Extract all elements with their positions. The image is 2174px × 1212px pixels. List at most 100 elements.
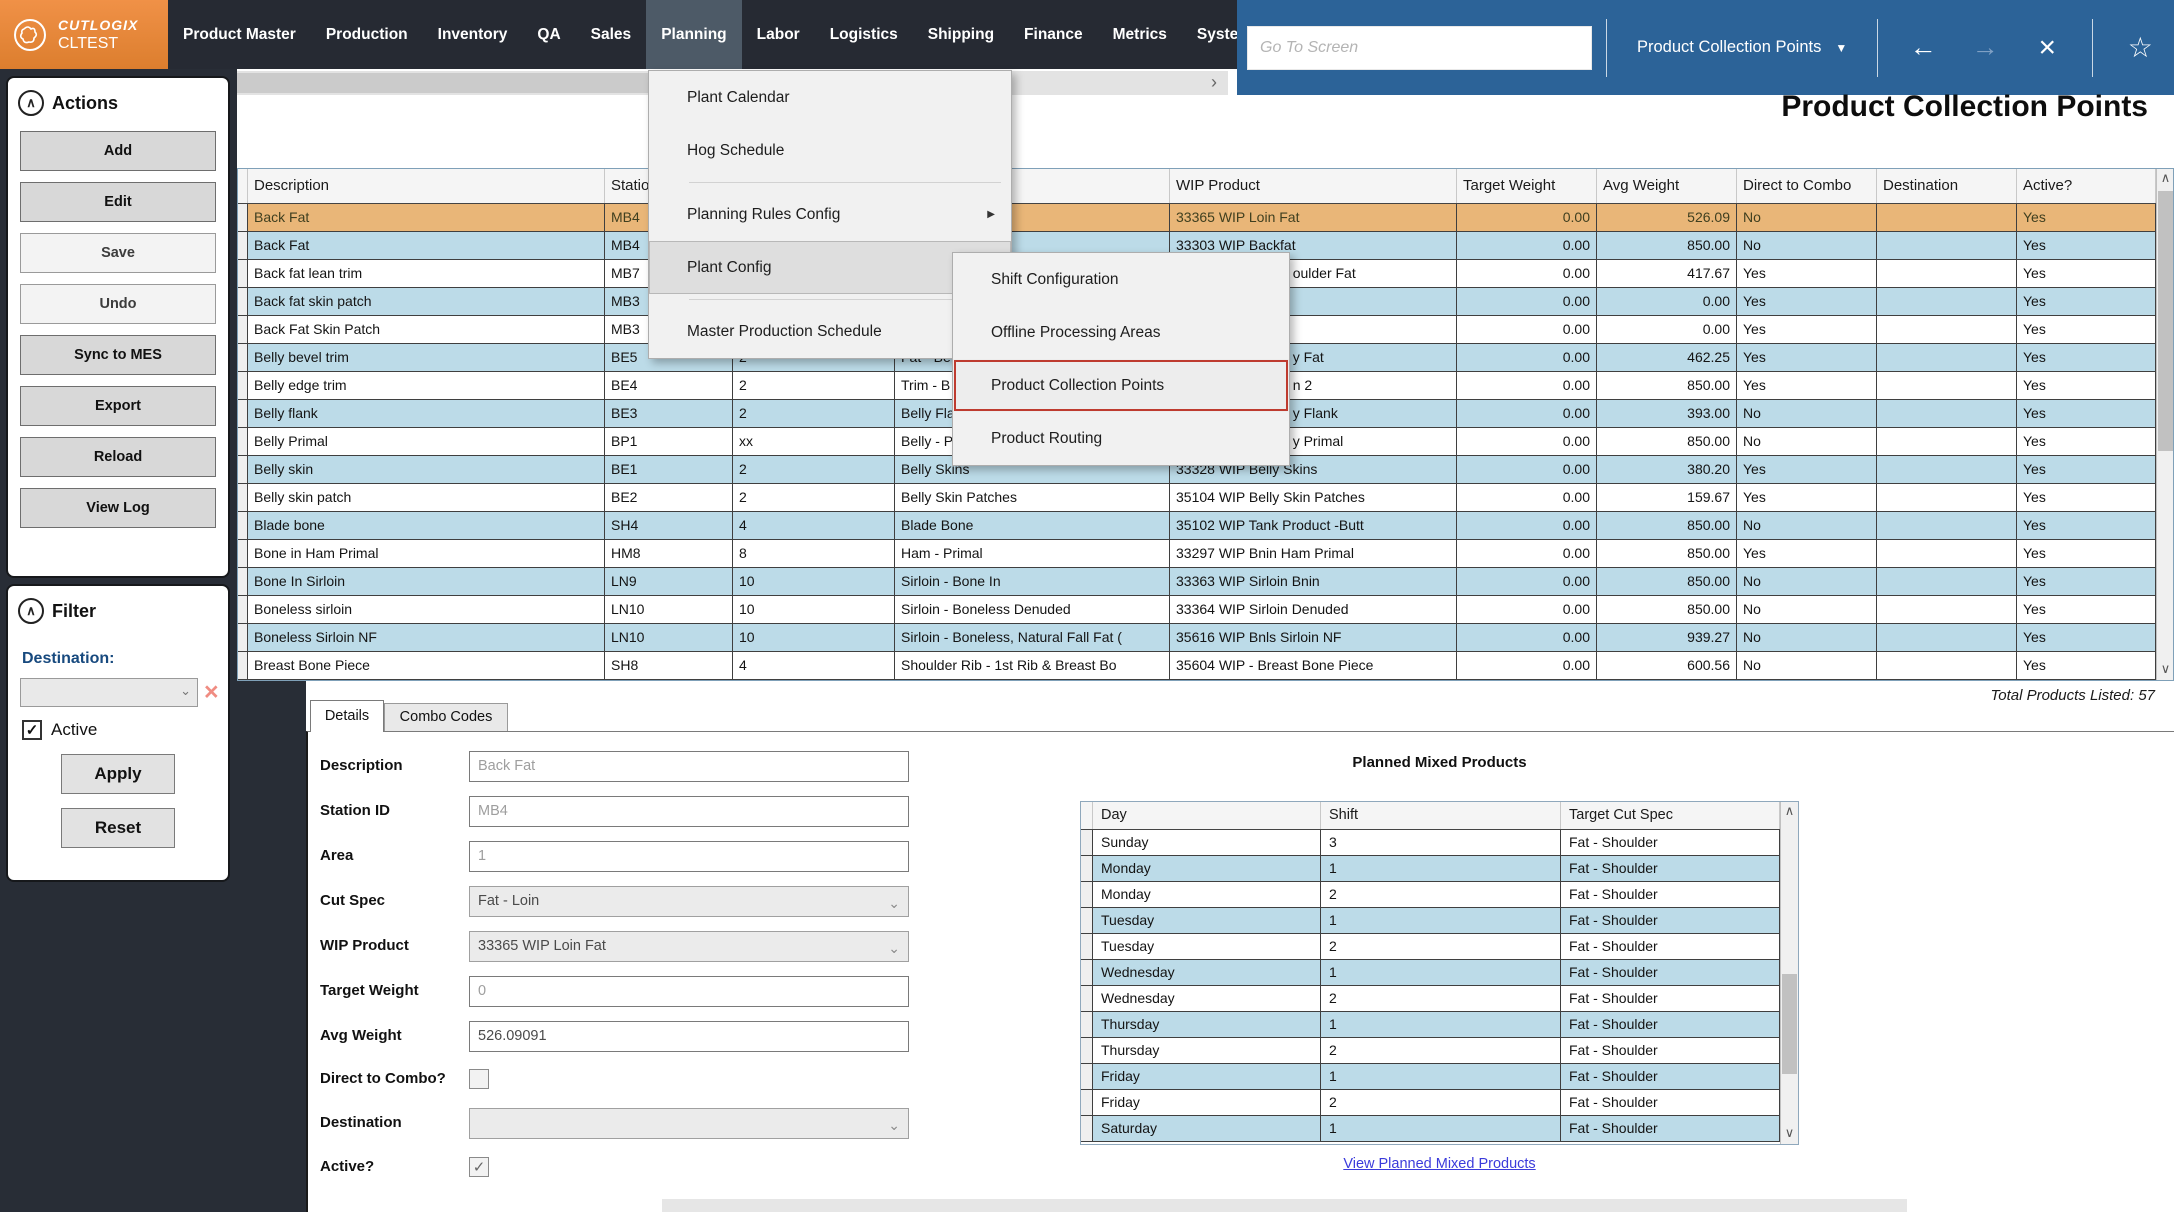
table-row[interactable]: Bone in Ham PrimalHM88Ham - Primal33297 … [238, 540, 2156, 568]
cut-spec-select[interactable]: Fat - Loin⌄ [469, 886, 909, 917]
nav-item-finance[interactable]: Finance [1009, 0, 1098, 69]
menu-item-shift-configuration[interactable]: Shift Configuration [953, 253, 1289, 306]
table-row[interactable]: Back FatMB433365 WIP Loin Fat0.00526.09N… [238, 204, 2156, 232]
planned-row[interactable]: Thursday1Fat - Shoulder [1081, 1012, 1780, 1038]
vertical-scrollbar[interactable]: ∧ ∨ [2156, 169, 2173, 680]
edit-button[interactable]: Edit [20, 182, 216, 222]
menu-item-product-collection-points[interactable]: Product Collection Points [953, 359, 1289, 412]
export-button[interactable]: Export [20, 386, 216, 426]
column-header-avg-weight[interactable]: Avg Weight [1597, 169, 1737, 203]
column-header-shift[interactable]: Shift [1321, 802, 1561, 829]
cell: 0.00 [1457, 344, 1597, 371]
go-to-screen-input[interactable] [1247, 26, 1592, 70]
planned-row[interactable]: Thursday2Fat - Shoulder [1081, 1038, 1780, 1064]
vertical-scrollbar-thumb[interactable] [2158, 191, 2173, 451]
planned-row[interactable]: Wednesday1Fat - Shoulder [1081, 960, 1780, 986]
view-planned-mixed-products-link[interactable]: View Planned Mixed Products [1080, 1156, 1799, 1172]
cell: HM8 [605, 540, 733, 567]
column-header-target-cut-spec[interactable]: Target Cut Spec [1561, 802, 1780, 829]
avg-weight-field[interactable]: 526.09091 [469, 1021, 909, 1052]
scroll-down-icon[interactable]: ∨ [1781, 1124, 1798, 1144]
table-row[interactable]: Bone In SirloinLN910Sirloin - Bone In333… [238, 568, 2156, 596]
planned-row[interactable]: Wednesday2Fat - Shoulder [1081, 986, 1780, 1012]
nav-item-inventory[interactable]: Inventory [423, 0, 523, 69]
planned-row[interactable]: Friday1Fat - Shoulder [1081, 1064, 1780, 1090]
divider [1606, 19, 1607, 77]
station-id-field[interactable]: MB4 [469, 796, 909, 827]
nav-item-shipping[interactable]: Shipping [913, 0, 1009, 69]
reload-button[interactable]: Reload [20, 437, 216, 477]
add-button[interactable]: Add [20, 131, 216, 171]
active-checkbox[interactable]: ✓ [469, 1157, 489, 1177]
products-table-header: DescriptionStation IDWIP ProductTarget W… [238, 169, 2173, 204]
field-label-station-id: Station ID [320, 802, 390, 819]
scroll-up-icon[interactable]: ∧ [1781, 802, 1798, 822]
nav-item-labor[interactable]: Labor [742, 0, 815, 69]
planned-row[interactable]: Friday2Fat - Shoulder [1081, 1090, 1780, 1116]
target-weight-field[interactable]: 0 [469, 976, 909, 1007]
save-button[interactable]: Save [20, 233, 216, 273]
planned-row[interactable]: Sunday3Fat - Shoulder [1081, 830, 1780, 856]
wip-product-select[interactable]: 33365 WIP Loin Fat⌄ [469, 931, 909, 962]
details-horizontal-scrollbar[interactable] [662, 1199, 1907, 1212]
vertical-scrollbar-thumb[interactable] [1782, 974, 1797, 1074]
menu-item-product-routing[interactable]: Product Routing [953, 412, 1289, 465]
nav-item-product-master[interactable]: Product Master [168, 0, 311, 69]
planned-row[interactable]: Tuesday2Fat - Shoulder [1081, 934, 1780, 960]
collapse-icon[interactable]: ∧ [18, 598, 44, 624]
area-field[interactable]: 1 [469, 841, 909, 872]
table-row[interactable]: Boneless Sirloin NFLN1010Sirloin - Bonel… [238, 624, 2156, 652]
scroll-right-icon[interactable]: › [1202, 71, 1226, 95]
close-icon[interactable]: × [2016, 33, 2078, 63]
table-row[interactable]: Breast Bone PieceSH84Shoulder Rib - 1st … [238, 652, 2156, 680]
destination-filter-select[interactable]: ⌄ [20, 678, 198, 707]
column-header-target-weight[interactable]: Target Weight [1457, 169, 1597, 203]
planned-row[interactable]: Monday2Fat - Shoulder [1081, 882, 1780, 908]
column-header-destination[interactable]: Destination [1877, 169, 2017, 203]
cell [1877, 400, 2017, 427]
vertical-scrollbar[interactable]: ∧ ∨ [1780, 802, 1798, 1144]
nav-item-system[interactable]: System [1182, 0, 1237, 69]
view-log-button[interactable]: View Log [20, 488, 216, 528]
tab-combo-codes[interactable]: Combo Codes [384, 703, 508, 731]
nav-item-qa[interactable]: QA [522, 0, 575, 69]
tab-details[interactable]: Details [310, 700, 384, 732]
direct-to-combo-checkbox[interactable] [469, 1069, 489, 1089]
planned-row[interactable]: Monday1Fat - Shoulder [1081, 856, 1780, 882]
nav-item-production[interactable]: Production [311, 0, 423, 69]
nav-item-metrics[interactable]: Metrics [1098, 0, 1182, 69]
planned-row[interactable]: Saturday1Fat - Shoulder [1081, 1116, 1780, 1142]
menu-item-hog-schedule[interactable]: Hog Schedule [649, 124, 1011, 177]
nav-item-planning[interactable]: Planning [646, 0, 741, 69]
sync-to-mes-button[interactable]: Sync to MES [20, 335, 216, 375]
menu-item-offline-processing-areas[interactable]: Offline Processing Areas [953, 306, 1289, 359]
table-row[interactable]: Blade boneSH44Blade Bone35102 WIP Tank P… [238, 512, 2156, 540]
nav-item-logistics[interactable]: Logistics [815, 0, 913, 69]
clear-filter-icon[interactable]: × [204, 680, 219, 705]
table-row[interactable]: Boneless sirloinLN1010Sirloin - Boneless… [238, 596, 2156, 624]
column-header-description[interactable]: Description [248, 169, 605, 203]
column-header-day[interactable]: Day [1093, 802, 1321, 829]
collapse-icon[interactable]: ∧ [18, 90, 44, 116]
nav-item-sales[interactable]: Sales [576, 0, 647, 69]
column-header-wip-product[interactable]: WIP Product [1170, 169, 1457, 203]
menu-item-plant-calendar[interactable]: Plant Calendar [649, 71, 1011, 124]
apply-button[interactable]: Apply [61, 754, 175, 794]
active-filter-checkbox[interactable]: ✓ [22, 720, 42, 740]
column-header-active[interactable]: Active? [2017, 169, 2156, 203]
reset-button[interactable]: Reset [61, 808, 175, 848]
description-field[interactable]: Back Fat [469, 751, 909, 782]
column-header-direct-to-combo[interactable]: Direct to Combo [1737, 169, 1877, 203]
favorite-star-icon[interactable]: ☆ [2107, 31, 2173, 64]
cell: Tuesday [1093, 934, 1321, 959]
scroll-up-icon[interactable]: ∧ [2157, 169, 2174, 189]
planned-row[interactable]: Tuesday1Fat - Shoulder [1081, 908, 1780, 934]
table-row[interactable]: Belly skin patchBE22Belly Skin Patches35… [238, 484, 2156, 512]
back-icon[interactable]: ← [1892, 32, 1954, 63]
forward-icon[interactable]: → [1954, 32, 2016, 63]
destination-select[interactable]: ⌄ [469, 1108, 909, 1139]
menu-item-planning-rules-config[interactable]: Planning Rules Config▶ [649, 188, 1011, 241]
scroll-down-icon[interactable]: ∨ [2157, 660, 2174, 680]
undo-button[interactable]: Undo [20, 284, 216, 324]
screen-selector[interactable]: Product Collection Points ▼ [1621, 38, 1863, 57]
